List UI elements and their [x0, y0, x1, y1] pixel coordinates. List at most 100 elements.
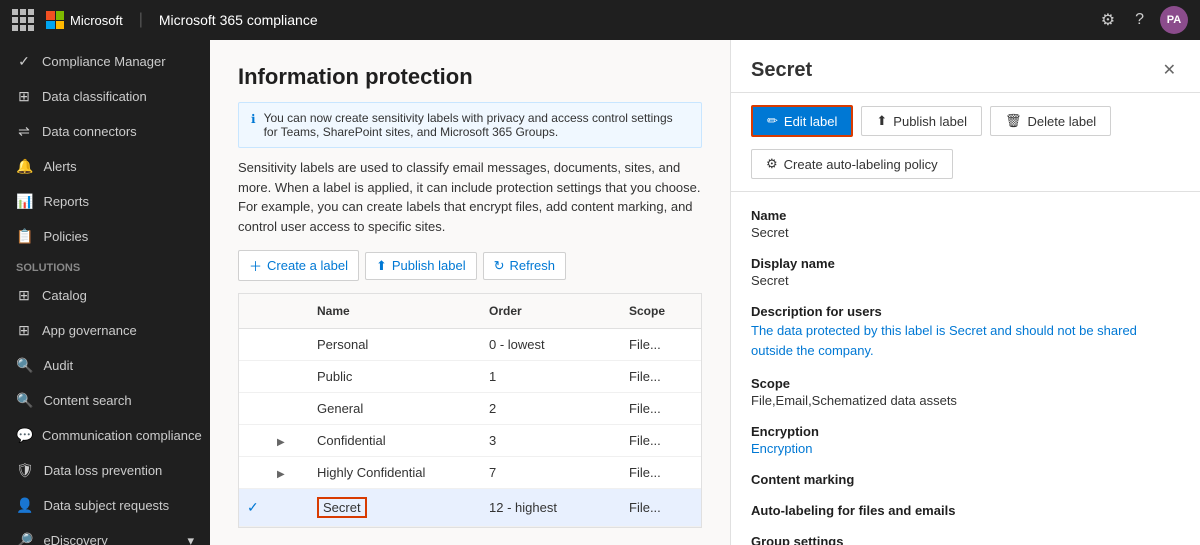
selected-checkmark-icon: ✓ — [247, 499, 259, 515]
create-label-button[interactable]: ＋ Create a label — [238, 250, 359, 281]
info-icon: ℹ — [251, 112, 256, 126]
communication-compliance-icon: 💬 — [16, 427, 32, 444]
row-order-personal: 0 - lowest — [481, 329, 621, 360]
chevron-down-icon: ▾ — [187, 533, 194, 545]
table-row[interactable]: ▶ Highly Confidential 7 File... — [239, 457, 701, 489]
col-expand — [269, 300, 309, 322]
side-panel: Secret ✕ ✏ Edit label ⬆ Publish label 🗑 … — [730, 40, 1200, 545]
sidebar-item-alerts[interactable]: 🔔 Alerts — [0, 149, 210, 184]
row-name-secret: Secret — [317, 497, 367, 518]
data-classification-icon: ⊞ — [16, 88, 32, 105]
col-scope: Scope — [621, 300, 701, 322]
field-name: Name Secret — [751, 208, 1180, 240]
publish-label-button[interactable]: ⬆ Publish label — [365, 252, 477, 280]
field-encryption: Encryption Encryption — [751, 424, 1180, 456]
row-name-public: Public — [309, 361, 481, 392]
page-title: Information protection — [238, 64, 702, 90]
side-panel-body: Name Secret Display name Secret Descript… — [731, 192, 1200, 545]
col-name: Name — [309, 300, 481, 322]
expand-highly-confidential-button[interactable]: ▶ — [277, 469, 285, 480]
sidebar-item-content-search[interactable]: 🔍 Content search — [0, 383, 210, 418]
avatar[interactable]: PA — [1160, 6, 1188, 34]
data-subject-requests-icon: 👤 — [16, 497, 33, 514]
row-order-highly-confidential: 7 — [481, 457, 621, 488]
apps-icon[interactable] — [12, 9, 34, 31]
sidebar: ✓ Compliance Manager ⊞ Data classificati… — [0, 40, 210, 545]
sidebar-item-compliance-manager[interactable]: ✓ Compliance Manager — [0, 44, 210, 79]
sidebar-item-ediscovery[interactable]: 🔎 eDiscovery ▾ — [0, 523, 210, 545]
field-auto-labeling: Auto-labeling for files and emails — [751, 503, 1180, 518]
alerts-icon: 🔔 — [16, 158, 33, 175]
refresh-button[interactable]: ↻ Refresh — [483, 252, 566, 280]
publish-icon: ⬆ — [376, 258, 387, 274]
sidebar-item-data-classification[interactable]: ⊞ Data classification — [0, 79, 210, 114]
table-row[interactable]: General 2 File... — [239, 393, 701, 425]
sidebar-item-catalog[interactable]: ⊞ Catalog — [0, 278, 210, 313]
app-governance-icon: ⊞ — [16, 322, 32, 339]
sidebar-item-data-loss-prevention[interactable]: 🛡 Data loss prevention — [0, 453, 210, 488]
sidebar-item-data-subject-requests[interactable]: 👤 Data subject requests — [0, 488, 210, 523]
table-row[interactable]: Public 1 File... — [239, 361, 701, 393]
auto-label-icon: ⚙ — [766, 156, 778, 172]
row-order-confidential: 3 — [481, 425, 621, 456]
field-description: Description for users The data protected… — [751, 304, 1180, 360]
table-row[interactable]: ▶ Confidential 3 File... — [239, 425, 701, 457]
sidebar-item-reports[interactable]: 📊 Reports — [0, 184, 210, 219]
table-header: Name Order Scope — [239, 294, 701, 329]
app-title: Microsoft 365 compliance — [159, 12, 318, 28]
main-content: Information protection ℹ You can now cre… — [210, 40, 730, 545]
row-order-secret: 12 - highest — [481, 492, 621, 523]
close-panel-button[interactable]: ✕ — [1159, 56, 1180, 84]
row-name-confidential: Confidential — [309, 425, 481, 456]
edit-label-button[interactable]: ✏ Edit label — [751, 105, 853, 137]
create-auto-labeling-button[interactable]: ⚙ Create auto-labeling policy — [751, 149, 953, 179]
data-loss-prevention-icon: 🛡 — [16, 462, 34, 479]
field-display-name: Display name Secret — [751, 256, 1180, 288]
row-order-public: 1 — [481, 361, 621, 392]
edit-icon: ✏ — [767, 113, 778, 129]
field-content-marking: Content marking — [751, 472, 1180, 487]
plus-icon: ＋ — [249, 256, 262, 275]
content-search-icon: 🔍 — [16, 392, 33, 409]
info-banner: ℹ You can now create sensitivity labels … — [238, 102, 702, 148]
row-name-highly-confidential: Highly Confidential — [309, 457, 481, 488]
sidebar-item-audit[interactable]: 🔍 Audit — [0, 348, 210, 383]
labels-table: Name Order Scope Personal 0 - lowest Fil… — [238, 293, 702, 528]
ediscovery-icon: 🔎 — [16, 532, 33, 545]
table-row-secret[interactable]: ✓ Secret 12 - highest File... — [239, 489, 701, 527]
delete-icon: 🗑 — [1005, 113, 1022, 129]
side-panel-title: Secret — [751, 59, 812, 82]
row-name-general: General — [309, 393, 481, 424]
company-name: Microsoft — [70, 13, 123, 28]
row-order-general: 2 — [481, 393, 621, 424]
col-order: Order — [481, 300, 621, 322]
field-scope: Scope File,Email,Schematized data assets — [751, 376, 1180, 408]
catalog-icon: ⊞ — [16, 287, 32, 304]
microsoft-logo: Microsoft — [46, 11, 123, 29]
sidebar-item-data-connectors[interactable]: ⇌ Data connectors — [0, 114, 210, 149]
compliance-manager-icon: ✓ — [16, 53, 32, 70]
expand-confidential-button[interactable]: ▶ — [277, 437, 285, 448]
sidebar-item-communication-compliance[interactable]: 💬 Communication compliance — [0, 418, 210, 453]
table-row[interactable]: Personal 0 - lowest File... — [239, 329, 701, 361]
field-group-settings: Group settings — [751, 534, 1180, 545]
side-panel-header: Secret ✕ — [731, 40, 1200, 93]
side-panel-actions: ✏ Edit label ⬆ Publish label 🗑 Delete la… — [731, 93, 1200, 192]
publish-label-panel-button[interactable]: ⬆ Publish label — [861, 106, 982, 136]
delete-label-button[interactable]: 🗑 Delete label — [990, 106, 1111, 136]
publish-label-icon: ⬆ — [876, 113, 887, 129]
col-checkbox — [239, 300, 269, 322]
solutions-section-header: Solutions — [0, 254, 210, 278]
help-icon[interactable]: ? — [1131, 7, 1148, 33]
data-connectors-icon: ⇌ — [16, 123, 32, 140]
sidebar-item-policies[interactable]: 📋 Policies — [0, 219, 210, 254]
sidebar-item-app-governance[interactable]: ⊞ App governance — [0, 313, 210, 348]
policies-icon: 📋 — [16, 228, 33, 245]
settings-icon[interactable]: ⚙ — [1097, 6, 1119, 34]
row-name-personal: Personal — [309, 329, 481, 360]
toolbar: ＋ Create a label ⬆ Publish label ↻ Refre… — [238, 250, 702, 281]
audit-icon: 🔍 — [16, 357, 33, 374]
reports-icon: 📊 — [16, 193, 33, 210]
topbar: Microsoft | Microsoft 365 compliance ⚙ ?… — [0, 0, 1200, 40]
refresh-icon: ↻ — [494, 258, 505, 274]
